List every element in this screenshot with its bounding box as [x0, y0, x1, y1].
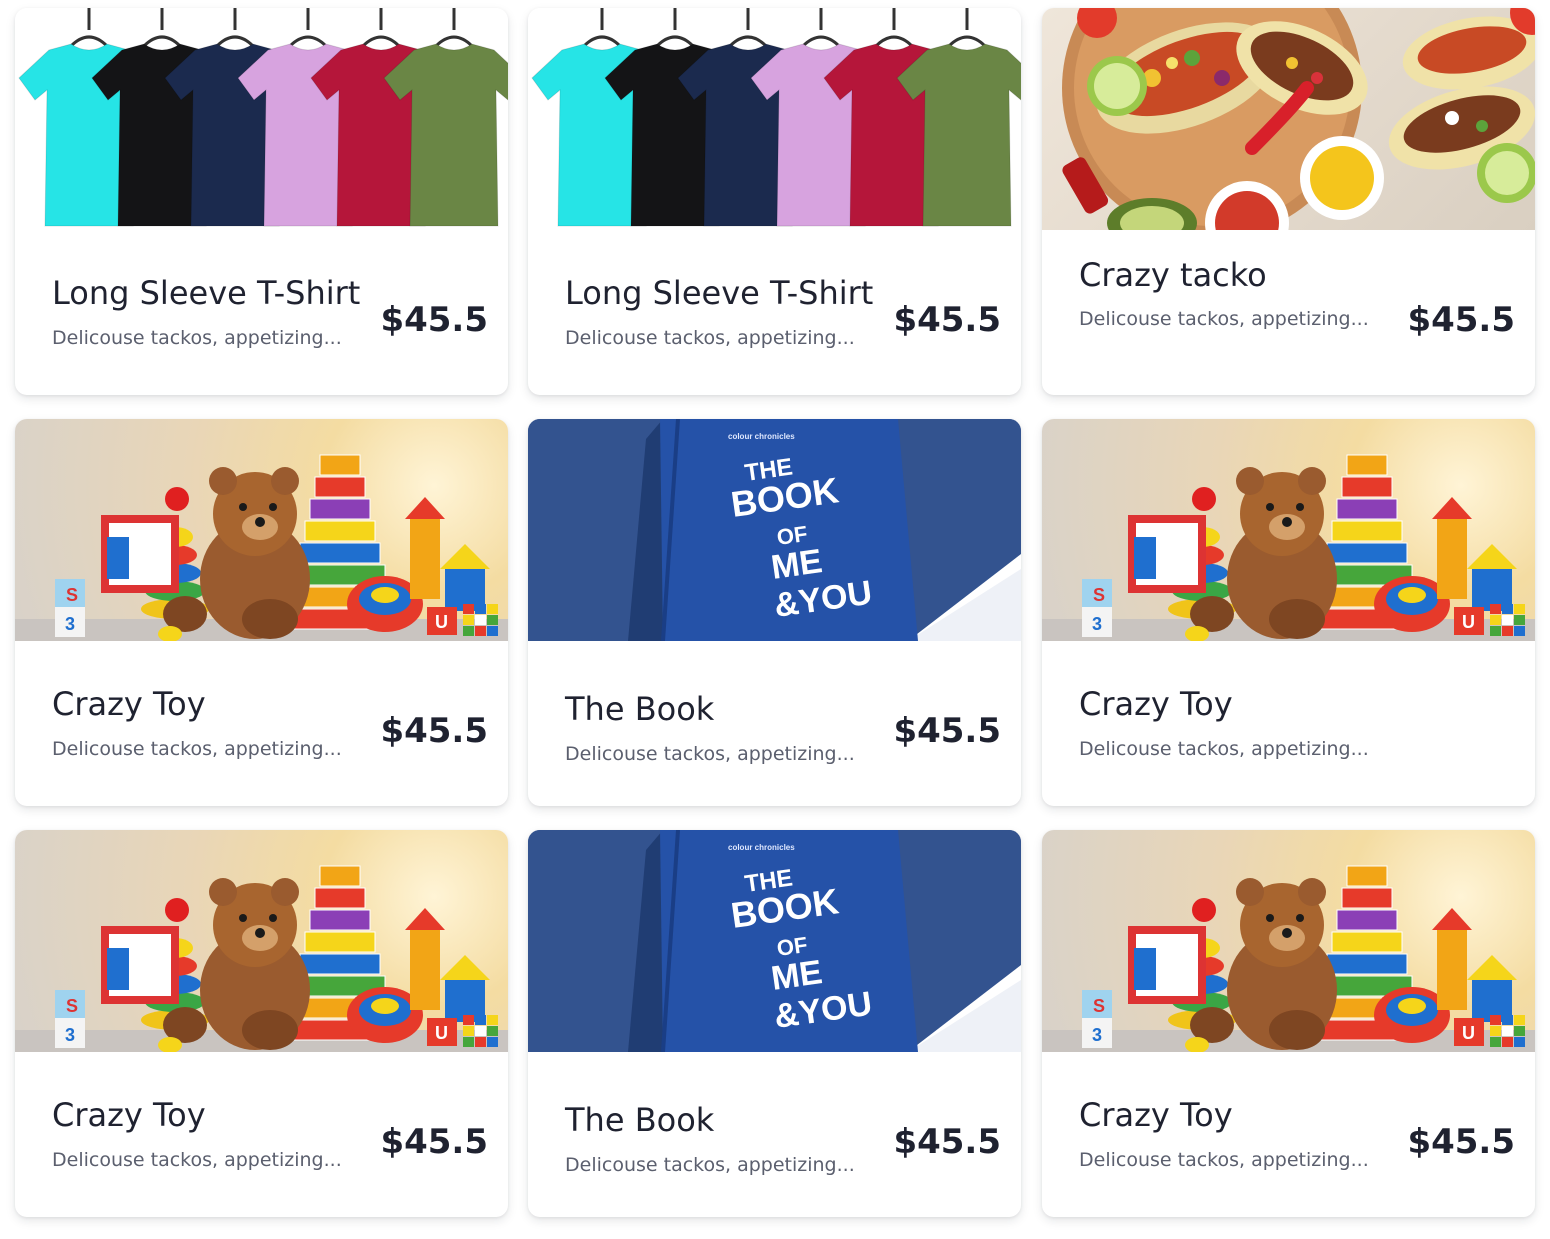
product-info: Crazy tacko Delicouse tackos, appetizing…: [1042, 230, 1535, 395]
book-image: colour chronicles THE BOOK OF ME &YOU: [528, 830, 1021, 1052]
svg-text:3: 3: [65, 1025, 75, 1045]
product-price: $45.5: [893, 1122, 1001, 1162]
product-info: Crazy Toy Delicouse tackos, appetizing..…: [15, 641, 508, 806]
product-price: $45.5: [893, 711, 1001, 751]
book-image: colour chronicles THE BOOK OF ME &YOU: [528, 419, 1021, 641]
toys-image: S 3 U: [1042, 419, 1535, 641]
product-title: The Book: [565, 1101, 715, 1139]
svg-text:colour chronicles: colour chronicles: [728, 432, 795, 441]
product-title: Crazy Toy: [52, 685, 206, 723]
svg-text:U: U: [435, 612, 448, 632]
product-info: Crazy Toy Delicouse tackos, appetizing..…: [1042, 1052, 1535, 1217]
svg-text:3: 3: [1092, 1025, 1102, 1045]
product-card[interactable]: Long Sleeve T-Shirt Delicouse tackos, ap…: [15, 8, 508, 395]
svg-text:3: 3: [1092, 614, 1102, 634]
svg-text:U: U: [435, 1023, 448, 1043]
product-info: The Book Delicouse tackos, appetizing...…: [528, 1052, 1021, 1217]
product-description: Delicouse tackos, appetizing...: [52, 738, 342, 760]
product-price: $45.5: [1407, 300, 1515, 340]
tacos-image: [1042, 8, 1535, 230]
product-card[interactable]: S 3 U Crazy Toy Delicouse tackos, appetizi…: [1042, 830, 1535, 1217]
product-description: Delicouse tackos, appetizing...: [565, 327, 855, 349]
product-info: Crazy Toy Delicouse tackos, appetizing..…: [1042, 641, 1535, 806]
toys-image: S 3 U: [1042, 830, 1535, 1052]
svg-text:S: S: [66, 996, 78, 1016]
product-title: Long Sleeve T-Shirt: [565, 274, 874, 312]
product-title: The Book: [565, 690, 715, 728]
svg-text:S: S: [1093, 996, 1105, 1016]
product-price: $45.5: [893, 300, 1001, 340]
product-grid: Long Sleeve T-Shirt Delicouse tackos, ap…: [0, 0, 1550, 1239]
svg-text:3: 3: [65, 614, 75, 634]
product-title: Long Sleeve T-Shirt: [52, 274, 361, 312]
product-description: Delicouse tackos, appetizing...: [1079, 1149, 1369, 1171]
svg-text:S: S: [66, 585, 78, 605]
product-title: Crazy Toy: [1079, 685, 1233, 723]
svg-text:U: U: [1462, 612, 1475, 632]
product-title: Crazy Toy: [1079, 1096, 1233, 1134]
svg-text:colour chronicles: colour chronicles: [728, 843, 795, 852]
product-card[interactable]: S 3 U Crazy Toy Delicouse tackos, appetizi…: [1042, 419, 1535, 806]
product-price: $45.5: [1407, 1122, 1515, 1162]
product-info: Long Sleeve T-Shirt Delicouse tackos, ap…: [528, 230, 1021, 395]
product-title: Crazy tacko: [1079, 256, 1267, 294]
product-description: Delicouse tackos, appetizing...: [52, 1149, 342, 1171]
product-price: $45.5: [380, 300, 488, 340]
svg-text:U: U: [1462, 1023, 1475, 1043]
product-description: Delicouse tackos, appetizing...: [52, 327, 342, 349]
product-card[interactable]: colour chronicles THE BOOK OF ME &YOU The Boo…: [528, 419, 1021, 806]
product-description: Delicouse tackos, appetizing...: [1079, 308, 1369, 330]
product-info: Crazy Toy Delicouse tackos, appetizing..…: [15, 1052, 508, 1217]
product-description: Delicouse tackos, appetizing...: [565, 743, 855, 765]
product-price: $45.5: [380, 1122, 488, 1162]
product-card[interactable]: Long Sleeve T-Shirt Delicouse tackos, ap…: [528, 8, 1021, 395]
product-info: Long Sleeve T-Shirt Delicouse tackos, ap…: [15, 230, 508, 395]
product-card[interactable]: Crazy tacko Delicouse tackos, appetizing…: [1042, 8, 1535, 395]
product-card[interactable]: S 3 U Crazy Toy Delicouse tackos, appetizi…: [15, 419, 508, 806]
toys-image: S 3 U: [15, 419, 508, 641]
t-shirts-image: [528, 8, 1021, 230]
toys-image: S 3 U: [15, 830, 508, 1052]
product-description: Delicouse tackos, appetizing...: [1079, 738, 1369, 760]
t-shirts-image: [15, 8, 508, 230]
product-description: Delicouse tackos, appetizing...: [565, 1154, 855, 1176]
product-price: $45.5: [380, 711, 488, 751]
product-title: Crazy Toy: [52, 1096, 206, 1134]
product-card[interactable]: colour chronicles THE BOOK OF ME &YOU The Boo…: [528, 830, 1021, 1217]
product-card[interactable]: S 3 U Crazy Toy Delicouse tackos, appetizi…: [15, 830, 508, 1217]
product-info: The Book Delicouse tackos, appetizing...…: [528, 641, 1021, 806]
svg-text:S: S: [1093, 585, 1105, 605]
